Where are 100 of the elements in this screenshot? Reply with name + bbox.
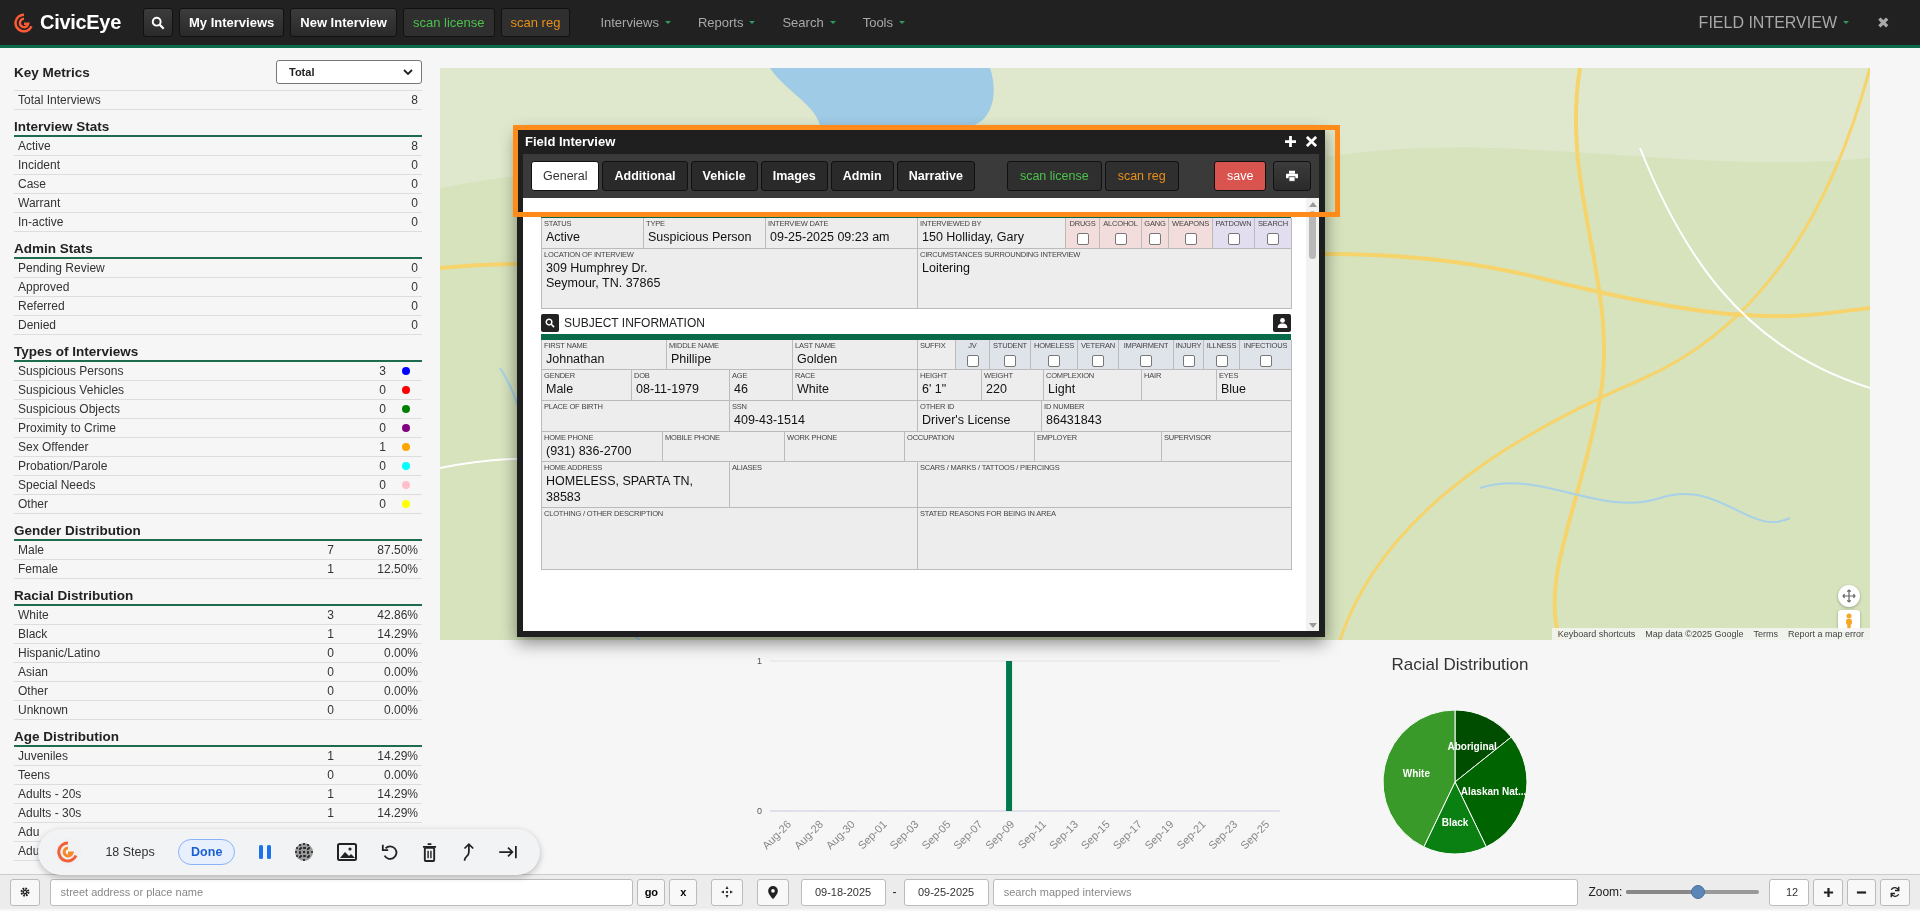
slice-label: White <box>1402 768 1430 780</box>
filter-select[interactable]: Total <box>276 60 422 84</box>
metric-label: Total Interviews <box>18 93 101 107</box>
settings-button[interactable] <box>10 878 40 906</box>
person-button[interactable] <box>1273 313 1291 332</box>
metric-label: Warrant <box>18 196 61 210</box>
module-menu[interactable]: FIELD INTERVIEW <box>1698 13 1849 32</box>
close-button[interactable]: ✖ <box>1877 13 1890 32</box>
metric-percent: 14.29% <box>376 627 419 641</box>
zoom-label: Zoom: <box>1588 885 1623 899</box>
section-title: SUBJECT INFORMATION <box>564 315 705 330</box>
tab[interactable]: Narrative <box>896 161 975 191</box>
metric-percent: 0.00% <box>382 768 419 782</box>
clear-button[interactable]: x <box>669 878 698 906</box>
nav-menu[interactable]: Interviews <box>600 15 671 30</box>
action-button[interactable]: scan reg <box>1104 161 1179 191</box>
metric-percent: 0.00% <box>382 665 419 679</box>
map-pin-button[interactable] <box>756 878 789 906</box>
search-field[interactable]: search mapped interviews <box>992 878 1579 906</box>
blur-icon[interactable] <box>294 842 315 862</box>
refresh-button[interactable] <box>1880 878 1910 906</box>
zoom-in-button[interactable] <box>1813 878 1843 906</box>
metric-count: 1 <box>378 440 387 454</box>
field-value: 6' 1" <box>921 381 948 399</box>
checkbox[interactable] <box>1267 233 1279 245</box>
search-button[interactable] <box>143 8 173 37</box>
map-attribution-link[interactable]: Keyboard shortcuts <box>1557 629 1636 639</box>
checkbox[interactable] <box>1184 233 1197 245</box>
map-attribution-link[interactable]: Map data ©2025 Google <box>1645 629 1744 639</box>
pause-icon[interactable] <box>258 845 271 859</box>
metric-percent: 0.00% <box>382 684 419 698</box>
chevron-icon <box>403 69 413 75</box>
metric-count: 0 <box>378 383 387 397</box>
zoom-slider[interactable] <box>1626 884 1760 900</box>
action-button[interactable]: scan license <box>1006 161 1102 191</box>
tab[interactable]: Vehicle <box>690 161 758 191</box>
metric-label: Probation/Parole <box>18 459 108 473</box>
refresh-icon <box>1889 886 1902 898</box>
metric-label: Hispanic/Latino <box>18 646 101 660</box>
field-value: Golden <box>796 350 839 368</box>
axis-tick-label: 1 <box>757 656 762 666</box>
nav-menu[interactable]: Reports <box>697 15 756 30</box>
checkbox[interactable] <box>966 354 979 367</box>
tab[interactable]: Admin <box>830 161 894 191</box>
metric-label: Suspicious Persons <box>18 364 124 378</box>
plus-icon <box>1822 886 1834 898</box>
field-value: Suspicious Person <box>647 229 753 246</box>
person-icon <box>1844 612 1854 630</box>
metric-label: Teens <box>18 768 51 782</box>
search-button[interactable] <box>541 313 559 332</box>
address-field[interactable]: street address or place name <box>49 878 634 906</box>
checkbox[interactable] <box>1048 354 1060 367</box>
add-icon[interactable] <box>1285 135 1296 147</box>
checkbox[interactable] <box>1215 354 1228 367</box>
checkbox[interactable] <box>1227 233 1240 245</box>
arrow-to-end-icon[interactable] <box>497 845 518 859</box>
date-field[interactable]: 09-25-2025 <box>903 878 989 906</box>
nav-button[interactable]: scan license <box>402 8 495 37</box>
metric-count: 0 <box>410 318 419 332</box>
zoom-out-button[interactable] <box>1846 878 1877 906</box>
print-button[interactable] <box>1273 161 1311 191</box>
checkbox[interactable] <box>1140 354 1152 367</box>
map-attribution-link[interactable]: Report a map error <box>1787 629 1864 639</box>
checkbox[interactable] <box>1259 354 1272 367</box>
nav-button[interactable]: scan reg <box>500 8 571 37</box>
locate-button[interactable] <box>711 878 743 906</box>
metric-count: 0 <box>326 646 335 660</box>
nav-button[interactable]: My Interviews <box>179 8 285 37</box>
action-button[interactable]: save <box>1214 161 1266 191</box>
field-value: Phillipe <box>670 350 713 368</box>
trash-icon[interactable] <box>422 842 438 862</box>
section-title: Interview Stats <box>14 119 110 134</box>
metric-label: Special Needs <box>18 478 96 492</box>
metric-count: 0 <box>378 478 387 492</box>
undo-icon[interactable] <box>380 843 399 861</box>
done-button[interactable]: Done <box>178 839 236 865</box>
checkbox[interactable] <box>1004 354 1016 367</box>
checkbox[interactable] <box>1092 354 1104 367</box>
checkbox[interactable] <box>1076 233 1089 245</box>
metric-label: Sex Offender <box>18 440 89 454</box>
go-button[interactable]: go <box>637 878 666 906</box>
checkbox[interactable] <box>1114 233 1127 245</box>
nav-button[interactable]: New Interview <box>290 8 397 37</box>
metric-percent: 12.50% <box>376 562 419 576</box>
close-icon[interactable] <box>1306 135 1317 147</box>
tab[interactable]: General <box>531 161 600 191</box>
nav-menu[interactable]: Tools <box>862 15 905 30</box>
tab[interactable]: Images <box>760 161 828 191</box>
checkbox[interactable] <box>1149 233 1161 245</box>
metric-label: Black <box>18 627 48 641</box>
nav-menu[interactable]: Search <box>782 15 836 30</box>
zoom-field[interactable]: 12 <box>1769 878 1810 906</box>
tab[interactable]: Additional <box>602 161 688 191</box>
date-field[interactable]: 09-18-2025 <box>800 878 886 906</box>
metric-count: 0 <box>410 261 419 275</box>
image-icon[interactable] <box>337 843 358 861</box>
metric-label: Active <box>18 139 51 153</box>
map-attribution-link[interactable]: Terms <box>1753 629 1778 639</box>
checkbox[interactable] <box>1182 354 1195 367</box>
metric-count: 8 <box>410 139 419 153</box>
